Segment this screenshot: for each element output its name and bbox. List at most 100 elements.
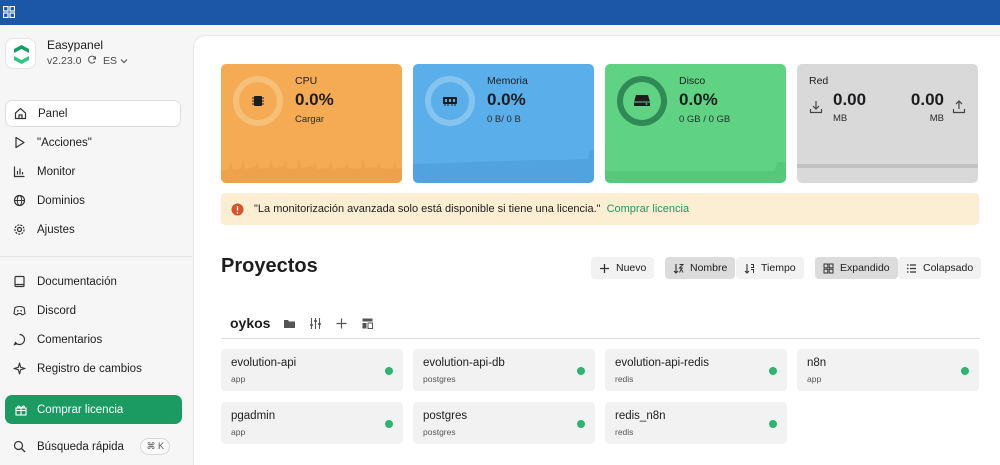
memory-sub: 0 B/ 0 B [487, 114, 521, 125]
status-dot [385, 420, 393, 428]
service-card[interactable]: redis_n8n redis [605, 402, 787, 444]
sidebar-item-discord[interactable]: Discord [5, 297, 181, 324]
sparkle-icon [13, 362, 26, 375]
quick-search[interactable]: Búsqueda rápida ⌘ K [5, 433, 181, 460]
top-bar [0, 0, 1000, 25]
service-card[interactable]: evolution-api-redis redis [605, 349, 787, 391]
list-view-icon [907, 263, 916, 273]
service-type: redis [615, 374, 634, 384]
chevron-down-icon [120, 59, 128, 64]
easypanel-logo[interactable] [5, 38, 36, 69]
service-card[interactable]: pgadmin app [221, 402, 403, 444]
sidebar-item-comments[interactable]: Comentarios [5, 326, 181, 353]
sort-numeric-icon [744, 263, 754, 274]
apps-grid-icon[interactable] [3, 6, 15, 18]
network-sparkline [797, 164, 978, 168]
network-in-value: 0.00 [833, 90, 867, 109]
buy-license-button[interactable]: Comprar licencia [5, 395, 182, 424]
network-label: Red [809, 75, 829, 87]
quick-search-label: Búsqueda rápida [37, 440, 124, 453]
keyboard-shortcut: ⌘ K [140, 438, 170, 455]
view-expanded-button[interactable]: Expandido [815, 257, 898, 279]
memory-sparkline [413, 150, 594, 183]
logo-icon [14, 45, 29, 64]
play-icon [15, 136, 25, 149]
cpu-sparkline [221, 158, 402, 183]
brand: Easypanel v2.23.0 ES [5, 36, 185, 72]
memory-card[interactable]: Memoria 0.0% 0 B/ 0 B [413, 64, 594, 183]
status-dot [385, 367, 393, 375]
chip-icon [252, 96, 264, 106]
service-type: app [807, 374, 822, 384]
network-card[interactable]: Red 0.00 MB 0.00 MB [797, 64, 978, 183]
sidebar-item-label: Comentarios [37, 333, 103, 346]
cpu-sub: Cargar [295, 114, 325, 125]
language-selector[interactable]: ES [103, 55, 117, 67]
template-icon[interactable] [361, 317, 374, 330]
new-project-button[interactable]: Nuevo [591, 257, 655, 279]
cpu-label: CPU [295, 75, 318, 87]
view-collapsed-button[interactable]: Colapsado [898, 257, 982, 279]
status-dot [769, 420, 777, 428]
memory-value: 0.0% [487, 90, 526, 109]
disk-value: 0.0% [679, 90, 718, 109]
upload-icon [952, 100, 966, 114]
sidebar-item-documentation[interactable]: Documentación [5, 268, 181, 295]
disk-sub: 0 GB / 0 GB [679, 114, 731, 125]
service-name: pgadmin [231, 410, 276, 422]
service-name: redis_n8n [615, 410, 666, 422]
cpu-value: 0.0% [295, 90, 334, 109]
main-content: CPU 0.0% Cargar Memoria 0.0% 0 B/ 0 B Di… [193, 35, 1000, 465]
network-in-unit: MB [833, 113, 848, 124]
brand-name: Easypanel [47, 38, 104, 52]
cpu-card[interactable]: CPU 0.0% Cargar [221, 64, 402, 183]
service-card[interactable]: evolution-api app [221, 349, 403, 391]
service-name: postgres [423, 410, 468, 422]
comment-icon [13, 333, 26, 346]
gear-icon [14, 224, 25, 235]
service-card[interactable]: evolution-api-db postgres [413, 349, 595, 391]
plus-icon[interactable] [335, 317, 348, 330]
sidebar-item-settings[interactable]: Ajustes [5, 216, 181, 243]
disk-label: Disco [679, 75, 706, 87]
network-out-value: 0.00 [910, 90, 944, 109]
view-expanded-label: Expandido [840, 262, 890, 274]
sidebar-item-monitor[interactable]: Monitor [5, 158, 181, 185]
discord-icon [13, 305, 26, 316]
sliders-icon[interactable] [309, 317, 322, 330]
status-dot [577, 367, 585, 375]
projects-title: Proyectos [221, 255, 318, 277]
refresh-icon[interactable] [87, 55, 97, 65]
alert-buy-license-link[interactable]: Comprar licencia [607, 203, 690, 215]
bar-chart-icon [13, 166, 25, 178]
globe-icon [13, 194, 26, 207]
sidebar-item-label: "Acciones" [37, 136, 92, 149]
sort-by-time-label: Tiempo [761, 262, 796, 274]
disk-card[interactable]: Disco 0.0% 0 GB / 0 GB [605, 64, 786, 183]
folder-icon[interactable] [283, 317, 296, 330]
service-name: evolution-api-db [423, 357, 505, 369]
sidebar-item-label: Discord [37, 304, 76, 317]
status-dot [961, 367, 969, 375]
sidebar-item-domains[interactable]: Dominios [5, 187, 181, 214]
service-card[interactable]: postgres postgres [413, 402, 595, 444]
service-type: postgres [423, 427, 456, 437]
buy-license-label: Comprar licencia [37, 403, 124, 416]
sidebar-item-changelog[interactable]: Registro de cambios [5, 355, 181, 382]
status-dot [577, 420, 585, 428]
project-name[interactable]: oykos [230, 315, 270, 331]
sidebar-item-label: Dominios [37, 194, 85, 207]
service-type: app [231, 427, 246, 437]
service-type: postgres [423, 374, 456, 384]
sidebar-item-panel[interactable]: Panel [5, 100, 181, 127]
service-card[interactable]: n8n app [797, 349, 979, 391]
sort-by-name-button[interactable]: Nombre [665, 257, 736, 279]
plus-icon [600, 263, 609, 273]
sort-by-time-button[interactable]: Tiempo [736, 257, 804, 279]
sidebar-item-label: Ajustes [37, 223, 75, 236]
sort-alpha-icon [673, 263, 684, 274]
disk-gauge [617, 76, 667, 126]
service-type: app [231, 374, 246, 384]
status-dot [769, 367, 777, 375]
sidebar-item-actions[interactable]: "Acciones" [5, 129, 181, 156]
